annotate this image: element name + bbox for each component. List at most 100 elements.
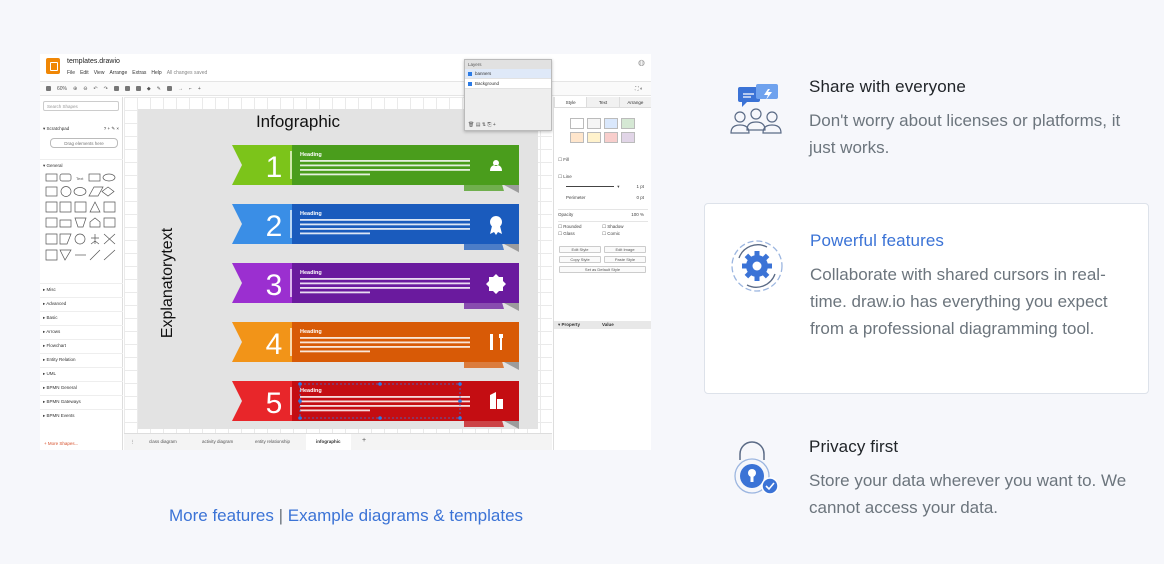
- tab-text: Text: [586, 97, 619, 107]
- copy-style-button: Copy Style: [559, 256, 601, 263]
- swatch: [570, 132, 584, 143]
- line-color-icon: ✎: [156, 85, 161, 92]
- menu-help: Help: [151, 70, 162, 76]
- property-header: ▾ Property Value: [554, 321, 651, 329]
- example-diagrams-link[interactable]: Example diagrams & templates: [288, 506, 523, 525]
- selection-handle: [378, 416, 382, 420]
- shadow-icon: [166, 86, 172, 91]
- lib-label: BPMN General: [46, 385, 77, 390]
- scratchpad-label: Scratchpad: [46, 126, 70, 131]
- banner-heading: Heading: [300, 152, 322, 158]
- sidebar-toggle-icon: [46, 86, 51, 91]
- banner-text-line: [300, 337, 470, 339]
- swatch: [587, 132, 601, 143]
- shapes-sidebar: Search Shapes ▾ Scratchpad? + ✎ × Drag e…: [40, 97, 123, 450]
- layer-tools-icons: 🗑 ▤ ⇅ ⎘ +: [468, 122, 496, 128]
- lib-uml: ▸ UML: [40, 367, 123, 377]
- feature-powerful: Powerful features Collaborate with share…: [704, 203, 1149, 394]
- selection-handle: [298, 416, 302, 420]
- perimeter-row: Perimeter 0 pt: [558, 195, 648, 200]
- format-panel: Style Text Arrange ☐ Fill ☐ Line ▾ 1 pt …: [553, 97, 651, 450]
- share-people-icon: [730, 84, 782, 134]
- drawio-logo-icon: [46, 58, 60, 74]
- rounded-option: Rounded: [563, 224, 582, 229]
- fill-row: ☐ Fill: [558, 157, 570, 162]
- lib-flowchart: ▸ Flowchart: [40, 339, 123, 349]
- save-status: All changes saved: [166, 70, 208, 76]
- editor-screenshot: templates.drawio File Edit View Arrange …: [40, 54, 651, 450]
- zoom-out-icon: ⊖: [83, 85, 88, 92]
- line-pattern-select: [566, 186, 614, 187]
- lib-label: Entity Relation: [46, 357, 76, 362]
- banner-text-line: [300, 291, 370, 294]
- banner-text-line: [300, 223, 470, 226]
- undo-icon: ↶: [93, 85, 98, 92]
- lib-label: Basic: [46, 315, 58, 320]
- drag-hint: Drag elements here: [50, 138, 118, 148]
- layer-label: banners: [475, 71, 492, 76]
- fill-label: Fill: [563, 157, 570, 162]
- scratchpad-header: ▾ Scratchpad? + ✎ ×: [43, 126, 119, 131]
- lib-label: UML: [46, 371, 57, 376]
- lib-basic: ▸ Basic: [40, 311, 123, 321]
- lib-label: BPMN Gateways: [46, 399, 81, 404]
- banner-text-line: [300, 173, 370, 176]
- feature-privacy: Privacy first Store your data wherever y…: [704, 410, 1149, 540]
- more-features-link[interactable]: More features: [169, 506, 274, 525]
- delete-icon: [113, 86, 119, 91]
- editor-titlebar: templates.drawio File Edit View Arrange …: [40, 54, 651, 80]
- lib-label: Arrows: [46, 329, 61, 334]
- to-front-icon: [124, 86, 130, 91]
- connection-icon: →: [177, 85, 183, 92]
- lib-misc: ▸ Misc: [40, 283, 123, 293]
- options-row-2: ☐ Glass ☐ Comic: [558, 231, 621, 236]
- menu-file: File: [67, 70, 76, 76]
- scratchpad-tools: ? + ✎ ×: [103, 126, 119, 131]
- search-shapes-input: Search Shapes: [43, 101, 119, 111]
- edit-image-button: Edit Image: [604, 246, 646, 253]
- line-width-row: ▾ 1 pt: [558, 184, 648, 190]
- comic-option: Comic: [607, 231, 621, 236]
- set-default-style-button: Set as Default Style: [559, 266, 646, 273]
- feature-description: Don't worry about licenses or platforms,…: [809, 111, 1121, 157]
- shadow-option: Shadow: [607, 224, 624, 229]
- check-badge-icon: [486, 274, 506, 294]
- options-row: ☐ Rounded ☐ Shadow: [558, 221, 648, 230]
- selection-handle: [458, 416, 462, 420]
- banner-text-line: [300, 164, 470, 167]
- layer-banners: banners: [465, 69, 551, 79]
- banner-heading: Heading: [300, 211, 322, 217]
- tab-arrange: Arrange: [618, 97, 651, 107]
- swatch: [604, 118, 618, 129]
- menu-arrange: Arrange: [109, 70, 128, 76]
- banner-text-line: [300, 409, 370, 412]
- page-tab-activity-diagram: activity diagram: [202, 439, 234, 444]
- feature-description: Store your data wherever you want to. We…: [809, 471, 1127, 517]
- lib-label: Misc: [46, 287, 56, 292]
- property-col: Property: [561, 322, 581, 327]
- links-separator: |: [278, 506, 284, 525]
- gear-cycle-icon: [731, 240, 783, 292]
- banner-text-line: [300, 282, 470, 285]
- line-row: ☐ Line: [558, 174, 572, 179]
- glass-option: Glass: [563, 231, 575, 236]
- lib-bpmn-events: ▸ BPMN Events: [40, 409, 123, 419]
- perimeter-label: Perimeter: [566, 195, 586, 200]
- swatch: [604, 132, 618, 143]
- banner-number: 1: [266, 151, 283, 184]
- feature-title: Share with everyone: [809, 77, 966, 96]
- paste-style-button: Paste Style: [604, 256, 646, 263]
- banner-text-line: [300, 228, 470, 230]
- banner-text-line: [300, 169, 470, 171]
- format-tabs: Style Text Arrange: [554, 97, 651, 108]
- swatch: [570, 118, 584, 129]
- pages-menu-icon: ⋮: [130, 439, 135, 444]
- banner-text-line: [300, 287, 470, 289]
- zoom-in-icon: ⊕: [73, 85, 78, 92]
- fill-color-icon: ◆: [146, 85, 151, 92]
- feature-title: Powerful features: [810, 231, 944, 250]
- file-name: templates.drawio: [67, 58, 120, 65]
- banner-text-line: [300, 232, 370, 235]
- banner-text-line: [300, 219, 470, 221]
- lib-arrows: ▸ Arrows: [40, 325, 123, 335]
